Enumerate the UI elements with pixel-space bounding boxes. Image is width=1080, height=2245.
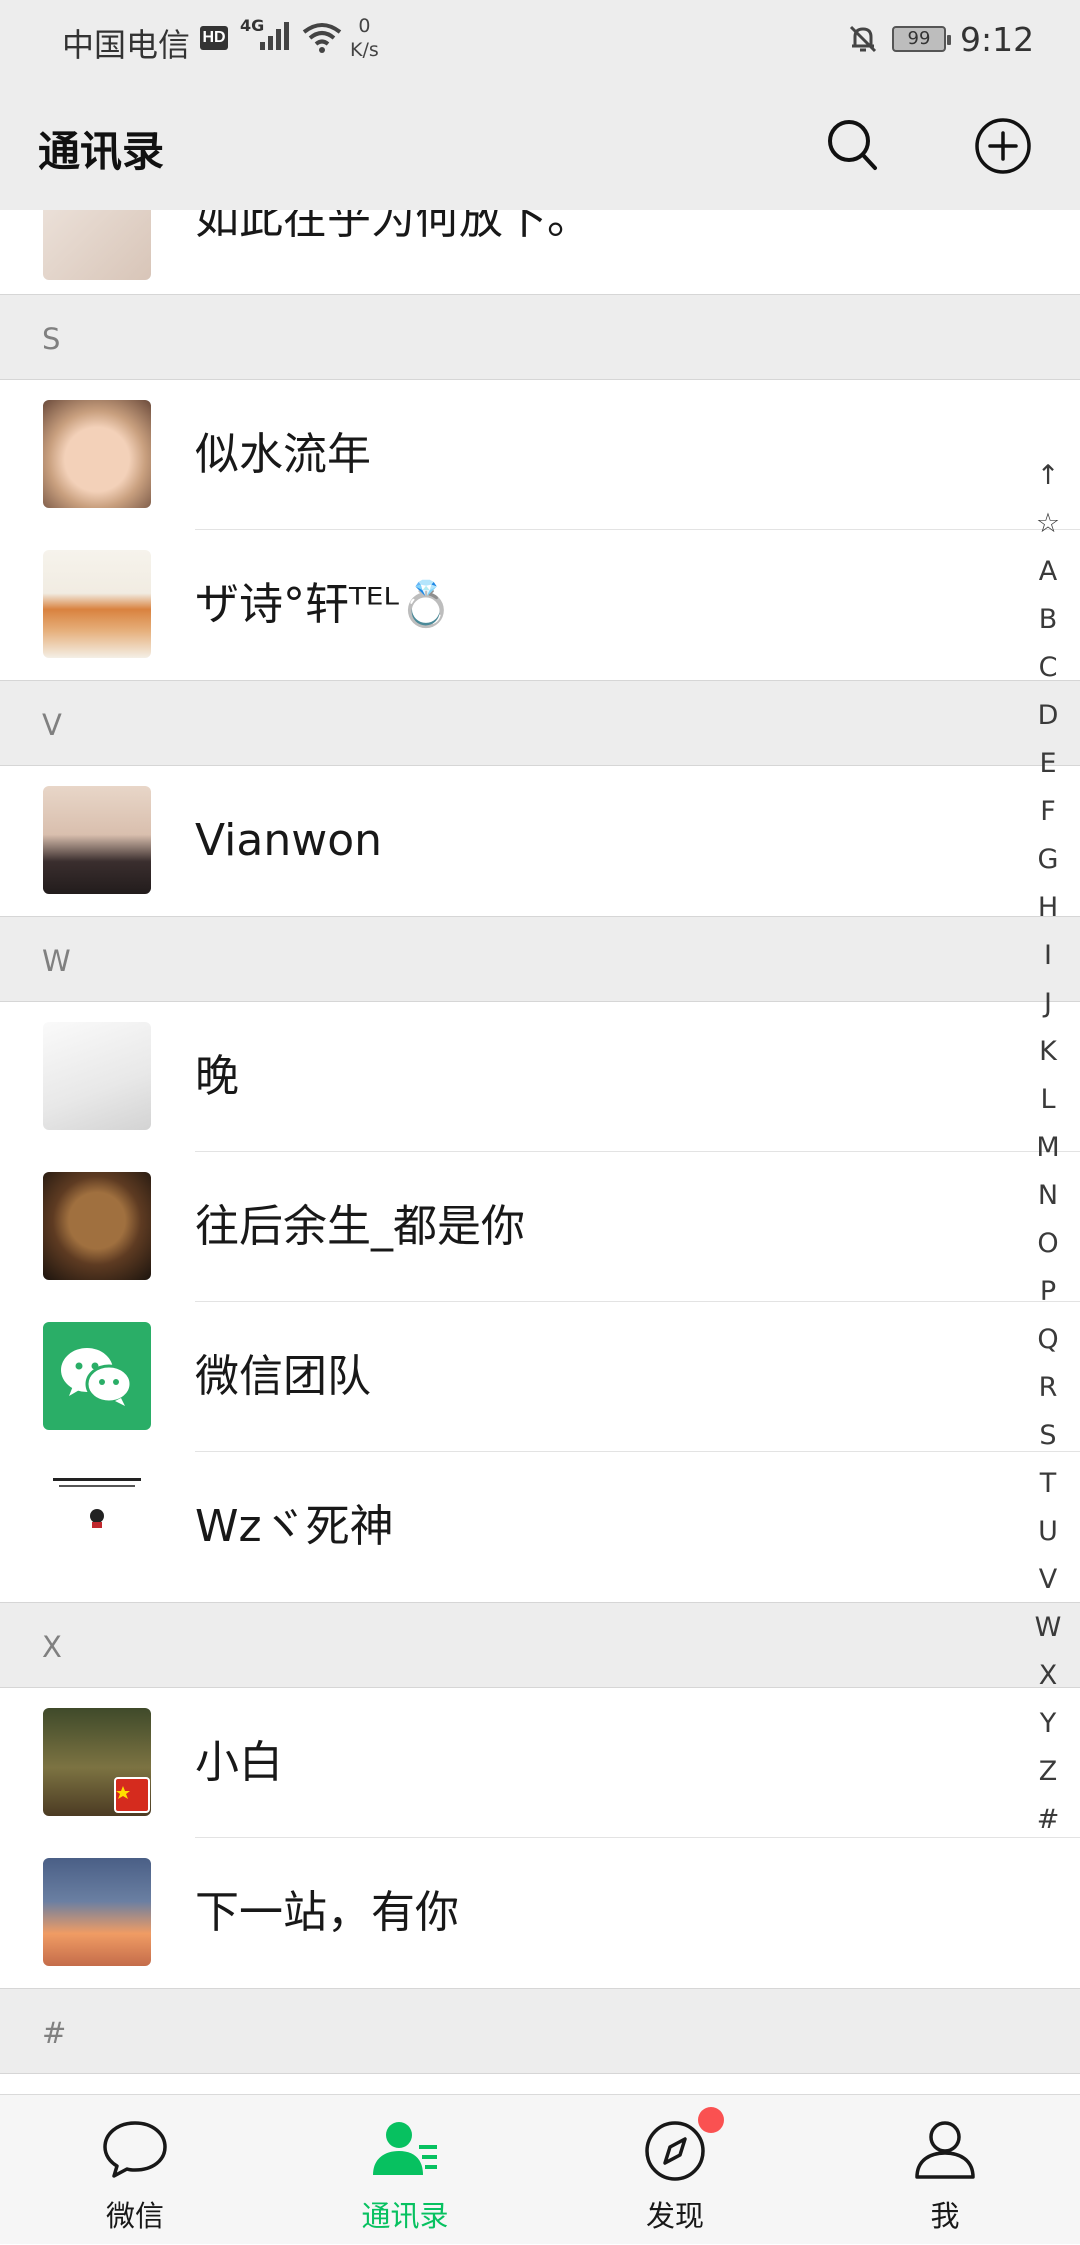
network-speed-unit: K/s bbox=[350, 39, 379, 61]
status-bar: 中国电信 HD 4G 0 K/s 99 9:12 bbox=[0, 0, 1080, 82]
contact-item[interactable]: Wzヾ死神 bbox=[0, 1452, 1080, 1602]
index-letter[interactable]: G bbox=[1028, 836, 1068, 884]
notification-dot bbox=[698, 2107, 724, 2133]
contact-avatar bbox=[43, 1708, 151, 1816]
contact-item[interactable]: Vianwon bbox=[0, 766, 1080, 916]
tab-me[interactable]: 我 bbox=[810, 2095, 1080, 2245]
battery-indicator: 99 bbox=[892, 26, 951, 52]
index-letter[interactable]: ☆ bbox=[1028, 500, 1068, 548]
index-letter[interactable]: T bbox=[1028, 1460, 1068, 1508]
contact-item[interactable]: 晚 bbox=[0, 1002, 1080, 1152]
contact-name: 小白 bbox=[195, 1737, 283, 1788]
contact-name: 往后余生_都是你 bbox=[195, 1201, 525, 1252]
contact-list[interactable]: 如此在乎为何放下。 S 似水流年 ザ诗°轩ᵀᴱᴸ💍 V Vianwon W 晚 … bbox=[0, 170, 1080, 2074]
index-letter[interactable]: P bbox=[1028, 1268, 1068, 1316]
index-letter[interactable]: O bbox=[1028, 1220, 1068, 1268]
index-letter[interactable]: M bbox=[1028, 1124, 1068, 1172]
bell-off-icon bbox=[849, 25, 877, 53]
index-letter[interactable]: F bbox=[1028, 788, 1068, 836]
contact-name: ザ诗°轩ᵀᴱᴸ💍 bbox=[195, 579, 454, 630]
index-letter[interactable]: D bbox=[1028, 692, 1068, 740]
index-letter[interactable]: I bbox=[1028, 932, 1068, 980]
contact-avatar bbox=[43, 786, 151, 894]
section-header-v: V bbox=[0, 680, 1080, 766]
contact-item[interactable]: 似水流年 bbox=[0, 380, 1080, 530]
wifi-icon bbox=[302, 23, 342, 53]
tab-chats[interactable]: 微信 bbox=[0, 2095, 270, 2245]
contact-name: Vianwon bbox=[195, 815, 382, 866]
index-letter[interactable]: S bbox=[1028, 1412, 1068, 1460]
tab-contacts[interactable]: 通讯录 bbox=[270, 2095, 540, 2245]
index-letter[interactable]: # bbox=[1028, 1796, 1068, 1844]
flag-badge-icon bbox=[114, 1777, 150, 1813]
contact-avatar bbox=[43, 1472, 151, 1580]
clock: 9:12 bbox=[960, 20, 1035, 59]
section-header-s: S bbox=[0, 294, 1080, 380]
app-header: 通讯录 bbox=[0, 82, 1080, 210]
index-letter[interactable]: X bbox=[1028, 1652, 1068, 1700]
hd-badge: HD bbox=[200, 26, 228, 50]
contact-name: 晚 bbox=[195, 1051, 239, 1102]
contact-avatar bbox=[43, 1022, 151, 1130]
tab-label: 微信 bbox=[105, 2199, 164, 2233]
contacts-icon bbox=[373, 2122, 437, 2175]
contact-avatar bbox=[43, 1858, 151, 1966]
index-letter[interactable]: C bbox=[1028, 644, 1068, 692]
contact-name: 似水流年 bbox=[195, 429, 371, 480]
section-header-x: X bbox=[0, 1602, 1080, 1688]
chat-bubble-icon bbox=[103, 2121, 167, 2178]
contact-item[interactable]: 下一站，有你 bbox=[0, 1838, 1080, 1988]
index-letter[interactable]: L bbox=[1028, 1076, 1068, 1124]
contact-avatar bbox=[43, 400, 151, 508]
contact-item[interactable]: 往后余生_都是你 bbox=[0, 1152, 1080, 1302]
index-letter[interactable]: Z bbox=[1028, 1748, 1068, 1796]
tab-discover[interactable]: 发现 bbox=[540, 2095, 810, 2245]
index-letter[interactable]: Q bbox=[1028, 1316, 1068, 1364]
contact-name: 下一站，有你 bbox=[195, 1887, 459, 1938]
contact-name: Wzヾ死神 bbox=[195, 1501, 394, 1552]
index-letter[interactable]: V bbox=[1028, 1556, 1068, 1604]
contact-avatar bbox=[43, 1172, 151, 1280]
contact-avatar bbox=[43, 1322, 151, 1430]
contact-item[interactable]: 微信团队 bbox=[0, 1302, 1080, 1452]
bottom-tab-bar: 微信 通讯录 发现 我 bbox=[0, 2094, 1080, 2244]
wechat-logo-icon bbox=[61, 1348, 133, 1406]
section-header-w: W bbox=[0, 916, 1080, 1002]
index-letter[interactable]: J bbox=[1028, 980, 1068, 1028]
contact-item[interactable]: 小白 bbox=[0, 1688, 1080, 1838]
tab-label: 通讯录 bbox=[361, 2199, 449, 2233]
carrier-label: 中国电信 bbox=[62, 26, 191, 64]
index-letter[interactable]: N bbox=[1028, 1172, 1068, 1220]
avatar-image bbox=[53, 1478, 141, 1528]
section-header-hash: # bbox=[0, 1988, 1080, 2074]
tab-label: 我 bbox=[930, 2199, 960, 2233]
person-icon bbox=[915, 2121, 975, 2179]
tab-label: 发现 bbox=[645, 2199, 704, 2233]
network-speed-value: 0 bbox=[358, 15, 371, 37]
add-circle-icon[interactable] bbox=[974, 117, 1032, 175]
signal-icon bbox=[260, 22, 289, 50]
contact-name: 微信团队 bbox=[195, 1351, 371, 1402]
index-letter[interactable]: W bbox=[1028, 1604, 1068, 1652]
index-letter[interactable]: ↑ bbox=[1028, 452, 1068, 500]
index-letter[interactable]: A bbox=[1028, 548, 1068, 596]
contact-avatar bbox=[43, 550, 151, 658]
index-letter[interactable]: K bbox=[1028, 1028, 1068, 1076]
index-letter[interactable]: R bbox=[1028, 1364, 1068, 1412]
network-speed: 0 K/s bbox=[350, 14, 379, 62]
index-letter[interactable]: B bbox=[1028, 596, 1068, 644]
alphabet-index-bar[interactable]: ↑ ☆ A B C D E F G H I J K L M N O P Q R S T U V W X Y Z # bbox=[1028, 452, 1068, 1844]
index-letter[interactable]: H bbox=[1028, 884, 1068, 932]
contact-item[interactable]: 如此在乎为何放下。 bbox=[0, 170, 1080, 294]
index-letter[interactable]: E bbox=[1028, 740, 1068, 788]
search-icon[interactable] bbox=[824, 115, 880, 175]
page-title: 通讯录 bbox=[38, 127, 165, 176]
contact-item[interactable]: ザ诗°轩ᵀᴱᴸ💍 bbox=[0, 530, 1080, 680]
index-letter[interactable]: U bbox=[1028, 1508, 1068, 1556]
index-letter[interactable]: Y bbox=[1028, 1700, 1068, 1748]
